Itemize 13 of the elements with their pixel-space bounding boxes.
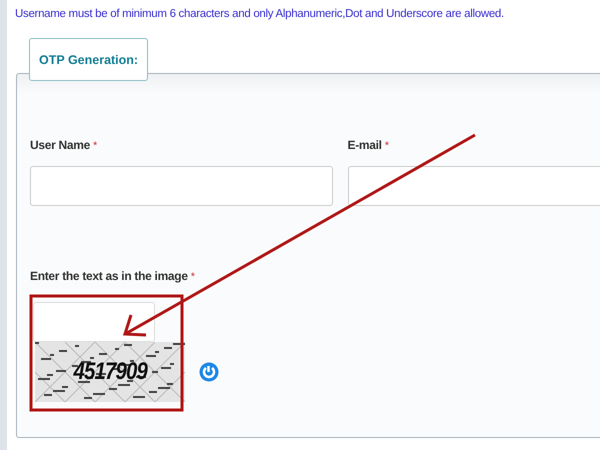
refresh-icon[interactable] — [199, 362, 219, 382]
field-label: User Name — [30, 138, 90, 152]
input-field[interactable] — [348, 166, 600, 206]
required-mark: * — [384, 140, 389, 152]
input-field[interactable] — [30, 166, 332, 206]
field-label: Enter the text as in the image — [30, 269, 188, 283]
field-label: E-mail — [348, 138, 382, 152]
validation-hint: Username must be of minimum 6 characters and only Alphanumeric,Dot and Underscore are allowed. — [15, 8, 505, 20]
captcha-input-field[interactable] — [33, 302, 155, 342]
required-mark: * — [190, 271, 195, 283]
required-mark: * — [93, 140, 98, 152]
captcha-code: 4517909 — [73, 358, 147, 386]
section-legend: OTP Generation: — [29, 38, 148, 81]
